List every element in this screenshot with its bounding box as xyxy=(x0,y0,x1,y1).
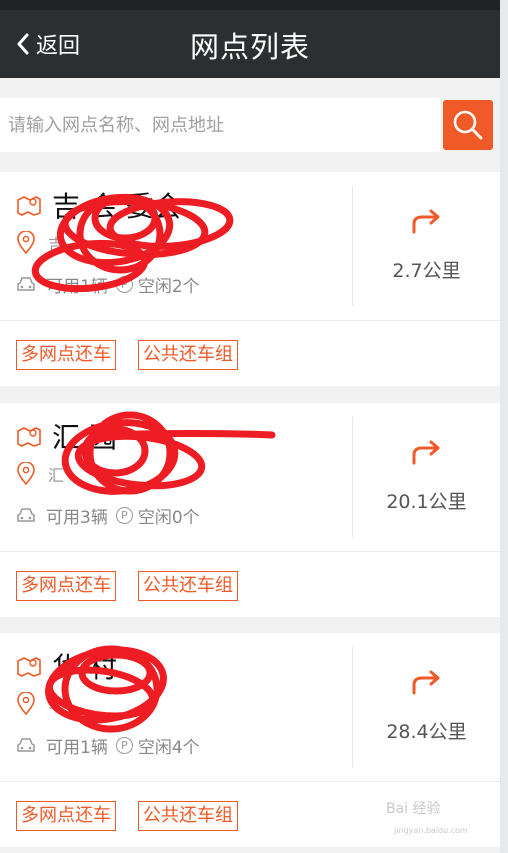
station-name: 吉 会 委会 xyxy=(52,190,182,223)
navigate-button[interactable]: 2.7公里 xyxy=(353,172,500,320)
navigate-button[interactable]: 28.4公里 xyxy=(353,633,500,781)
tag-list: 多网点还车 公共还车组 xyxy=(16,571,260,601)
station-address: 吉 xyxy=(48,235,65,254)
status-bar xyxy=(0,0,500,10)
search-bar xyxy=(0,98,500,154)
tag-multi-station-return: 多网点还车 xyxy=(16,571,116,601)
tag-public-return-group: 公共还车组 xyxy=(138,340,238,370)
divider xyxy=(0,320,500,321)
map-icon xyxy=(17,427,41,447)
search-input[interactable] xyxy=(0,98,440,152)
distance: 2.7公里 xyxy=(392,260,461,282)
app-header: 返回 网点列表 xyxy=(0,10,500,78)
distance: 28.4公里 xyxy=(386,721,467,743)
map-icon xyxy=(17,657,41,677)
scrollbar-track xyxy=(500,0,508,853)
location-pin-icon xyxy=(17,692,35,716)
available-cars: 可用1辆 xyxy=(46,737,108,758)
tag-public-return-group: 公共还车组 xyxy=(138,801,238,831)
free-parking-count: 空闲2个 xyxy=(137,276,200,297)
search-button[interactable] xyxy=(443,100,493,150)
parking-icon: P xyxy=(115,275,133,293)
tag-list: 多网点还车 公共还车组 xyxy=(16,340,260,370)
station-info[interactable]: 华 村 华 可用1辆 P 空闲4个 xyxy=(0,633,352,781)
car-icon xyxy=(17,508,35,522)
station-info[interactable]: 吉 会 委会 吉 可用1辆 P 空闲2个 xyxy=(0,172,352,320)
map-icon xyxy=(17,196,41,216)
turn-right-arrow-icon xyxy=(412,670,440,695)
parking-icon: P xyxy=(115,506,133,524)
station-name: 华 村 xyxy=(52,651,117,684)
tag-public-return-group: 公共还车组 xyxy=(138,571,238,601)
free-parking: P 空闲2个 xyxy=(115,272,200,297)
station-name: 汇 园 xyxy=(52,421,117,454)
free-parking: P 空闲0个 xyxy=(115,503,200,528)
station-address: 华 xyxy=(48,696,65,715)
tag-list: 多网点还车 公共还车组 xyxy=(16,801,260,831)
page-title: 网点列表 xyxy=(189,30,310,64)
tag-multi-station-return: 多网点还车 xyxy=(16,340,116,370)
tag-multi-station-return: 多网点还车 xyxy=(16,801,116,831)
free-parking-count: 空闲0个 xyxy=(137,507,200,528)
search-icon xyxy=(453,110,483,140)
available-cars: 可用3辆 xyxy=(46,507,108,528)
turn-right-arrow-icon xyxy=(412,209,440,234)
divider xyxy=(0,551,500,552)
station-address: 汇 xyxy=(48,466,65,485)
distance: 20.1公里 xyxy=(386,491,467,513)
station-info[interactable]: 汇 园 汇 可用3辆 P 空闲0个 xyxy=(0,403,352,551)
baidu-watermark-url: jingyan.baidu.com xyxy=(394,826,468,835)
baidu-watermark: Bai 经验 xyxy=(386,801,441,817)
car-icon xyxy=(17,277,35,291)
parking-icon: P xyxy=(115,736,133,754)
station-card[interactable]: 汇 园 汇 可用3辆 P 空闲0个 20.1公里 多网点还车 公共还车组 xyxy=(0,403,500,617)
divider xyxy=(0,781,500,782)
turn-right-arrow-icon xyxy=(412,440,440,465)
available-cars: 可用1辆 xyxy=(46,276,108,297)
car-icon xyxy=(17,738,35,752)
navigate-button[interactable]: 20.1公里 xyxy=(353,403,500,551)
location-pin-icon xyxy=(17,462,35,486)
location-pin-icon xyxy=(17,231,35,255)
free-parking: P 空闲4个 xyxy=(115,733,200,758)
station-card[interactable]: 吉 会 委会 吉 可用1辆 P 空闲2个 2.7公里 多网点还车 公共还车组 xyxy=(0,172,500,386)
free-parking-count: 空闲4个 xyxy=(137,737,200,758)
